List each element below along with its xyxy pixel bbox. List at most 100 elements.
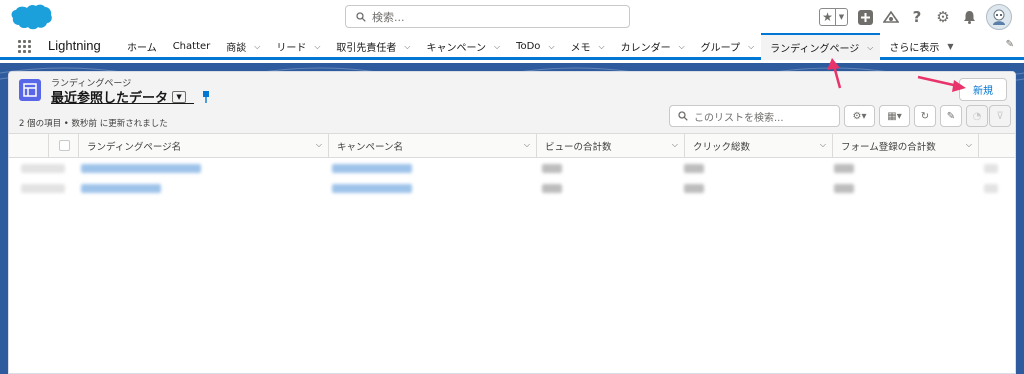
chevron-down-icon[interactable]: ⌵ bbox=[254, 42, 260, 52]
nav-tab-todo[interactable]: ToDo ⌵ bbox=[507, 33, 561, 60]
column-header-label: クリック総数 bbox=[693, 142, 751, 153]
chevron-down-icon[interactable]: ⌵ bbox=[404, 42, 410, 52]
trailhead-icon[interactable] bbox=[882, 8, 900, 26]
refresh-button[interactable]: ↻ bbox=[914, 105, 936, 127]
favorites-button-group: ★ ▼ bbox=[819, 8, 848, 26]
inline-edit-button[interactable]: ✎ bbox=[940, 105, 962, 127]
chevron-down-icon[interactable]: ⌵ bbox=[820, 140, 826, 150]
nav-tab-label: リード bbox=[276, 43, 307, 54]
notifications-bell-icon[interactable] bbox=[960, 8, 978, 26]
column-header-label: ランディングページ名 bbox=[87, 142, 182, 153]
nav-tab-label: 取引先責任者 bbox=[336, 43, 397, 54]
list-settings-button[interactable]: ⚙▾ bbox=[844, 105, 875, 127]
column-header-campaign-name[interactable]: キャンペーン名 ⌵ bbox=[329, 134, 537, 158]
chevron-down-icon[interactable]: ⌵ bbox=[524, 140, 530, 150]
column-header-total-views[interactable]: ビューの合計数 ⌵ bbox=[537, 134, 685, 158]
chevron-down-icon[interactable]: ⌵ bbox=[748, 42, 754, 52]
nav-tab-label: キャンペーン bbox=[426, 43, 487, 54]
nav-tab-leads[interactable]: リード ⌵ bbox=[267, 33, 327, 60]
nav-tabs: ホーム Chatter 商談 ⌵ リード ⌵ 取引先責任者 ⌵ キャンペーン ⌵ ToD… bbox=[118, 33, 961, 60]
list-status-text: 2 個の項目 • 数秒前 に更新されました bbox=[19, 119, 168, 129]
global-header: 検索... ★ ▼ ? ⚙ bbox=[0, 0, 1024, 33]
caret-down-icon: ▼ bbox=[947, 42, 954, 51]
edit-nav-pencil-icon[interactable]: ✎ bbox=[1006, 39, 1014, 50]
list-view-dropdown-icon[interactable]: ▼ bbox=[172, 90, 187, 103]
table-view-icon: ▦▾ bbox=[887, 110, 902, 122]
filter-icon: ⊽ bbox=[996, 110, 1004, 122]
header-utility-icons: ★ ▼ ? ⚙ bbox=[819, 4, 1012, 30]
nav-tab-notes[interactable]: メモ ⌵ bbox=[562, 33, 612, 60]
chevron-down-icon[interactable]: ⌵ bbox=[494, 42, 500, 52]
nav-tab-home[interactable]: ホーム bbox=[118, 33, 164, 60]
global-add-icon[interactable] bbox=[856, 8, 874, 26]
column-header-label: フォーム登録の合計数 bbox=[841, 142, 936, 153]
redacted-total-views bbox=[542, 164, 562, 173]
chevron-down-icon[interactable]: ⌵ bbox=[679, 42, 685, 52]
display-as-button[interactable]: ▦▾ bbox=[879, 105, 910, 127]
pin-list-view-icon[interactable] bbox=[199, 90, 213, 103]
nav-tab-label: カレンダー bbox=[620, 43, 671, 54]
chevron-down-icon[interactable]: ⌵ bbox=[672, 140, 678, 150]
redacted-campaign-link[interactable] bbox=[332, 164, 412, 173]
redacted-row-action bbox=[984, 164, 998, 173]
chevron-down-icon[interactable]: ⌵ bbox=[599, 42, 605, 52]
salesforce-logo-icon[interactable] bbox=[10, 3, 52, 31]
nav-tab-label: ToDo bbox=[516, 41, 541, 52]
pencil-icon: ✎ bbox=[946, 110, 956, 122]
filter-button[interactable]: ⊽ bbox=[989, 105, 1011, 127]
chart-icon: ◔ bbox=[972, 110, 982, 122]
nav-tab-landing-pages[interactable]: ランディングページ ⌵ bbox=[761, 33, 881, 60]
list-view-header: ランディングページ 最近参照したデータ ▼ 新規 2 個の項目 • 数秒前 に更… bbox=[9, 72, 1015, 134]
search-icon bbox=[356, 11, 366, 22]
charts-button[interactable]: ◔ bbox=[966, 105, 988, 127]
favorites-menu-chevron-icon[interactable]: ▼ bbox=[836, 9, 847, 25]
chevron-down-icon[interactable]: ⌵ bbox=[314, 42, 320, 52]
nav-tab-label: ホーム bbox=[127, 43, 157, 54]
new-record-button[interactable]: 新規 bbox=[959, 78, 1007, 101]
select-all-checkbox[interactable] bbox=[59, 140, 70, 151]
app-name: Lightning bbox=[48, 38, 101, 53]
table-row[interactable] bbox=[9, 181, 1015, 197]
redacted-total-clicks bbox=[684, 184, 704, 193]
nav-tab-contacts[interactable]: 取引先責任者 ⌵ bbox=[327, 33, 417, 60]
app-launcher-icon[interactable] bbox=[18, 40, 32, 54]
nav-tab-label: グループ bbox=[700, 43, 741, 54]
astro-avatar-icon bbox=[993, 9, 1005, 25]
row-number-column-header bbox=[9, 134, 49, 158]
chevron-down-icon[interactable]: ⌵ bbox=[966, 140, 972, 150]
chevron-down-icon[interactable]: ⌵ bbox=[316, 140, 322, 150]
list-search-placeholder: このリストを検索... bbox=[694, 112, 784, 124]
app-navigation-bar: Lightning ホーム Chatter 商談 ⌵ リード ⌵ 取引先責任者 ⌵ キ… bbox=[0, 33, 1024, 60]
nav-tab-groups[interactable]: グループ ⌵ bbox=[692, 33, 761, 60]
column-header-landing-page-name[interactable]: ランディングページ名 ⌵ bbox=[79, 134, 329, 158]
nav-tab-label: 商談 bbox=[226, 43, 247, 54]
nav-more-menu[interactable]: さらに表示 ▼ bbox=[880, 33, 960, 60]
nav-tab-label: メモ bbox=[570, 43, 591, 54]
refresh-icon: ↻ bbox=[920, 110, 930, 122]
chevron-down-icon[interactable]: ⌵ bbox=[548, 42, 554, 52]
nav-tab-calendar[interactable]: カレンダー ⌵ bbox=[612, 33, 692, 60]
redacted-row-action bbox=[984, 184, 998, 193]
row-actions-column-header bbox=[979, 134, 1015, 158]
redacted-landing-page-link[interactable] bbox=[81, 184, 161, 193]
column-header-total-form-submissions[interactable]: フォーム登録の合計数 ⌵ bbox=[833, 134, 979, 158]
column-header-total-clicks[interactable]: クリック総数 ⌵ bbox=[685, 134, 833, 158]
nav-tab-label: Chatter bbox=[172, 41, 211, 52]
nav-tab-label: ランディングページ bbox=[770, 44, 860, 55]
user-avatar[interactable] bbox=[986, 4, 1012, 30]
nav-tab-campaigns[interactable]: キャンペーン ⌵ bbox=[418, 33, 508, 60]
redacted-row-number bbox=[21, 184, 65, 193]
redacted-landing-page-link[interactable] bbox=[81, 164, 201, 173]
table-row[interactable] bbox=[9, 160, 1015, 176]
favorite-star-icon[interactable]: ★ bbox=[820, 9, 836, 25]
list-search-input[interactable]: このリストを検索... bbox=[669, 105, 840, 127]
chevron-down-icon[interactable]: ⌵ bbox=[867, 43, 873, 53]
setup-gear-icon[interactable]: ⚙ bbox=[934, 8, 952, 26]
redacted-campaign-link[interactable] bbox=[332, 184, 412, 193]
list-view-underline bbox=[51, 103, 194, 104]
list-view-card: ランディングページ 最近参照したデータ ▼ 新規 2 個の項目 • 数秒前 に更… bbox=[8, 71, 1016, 374]
nav-tab-chatter[interactable]: Chatter bbox=[164, 33, 218, 60]
help-icon[interactable]: ? bbox=[908, 8, 926, 26]
nav-tab-opportunities[interactable]: 商談 ⌵ bbox=[217, 33, 267, 60]
global-search-input[interactable]: 検索... bbox=[345, 5, 630, 28]
